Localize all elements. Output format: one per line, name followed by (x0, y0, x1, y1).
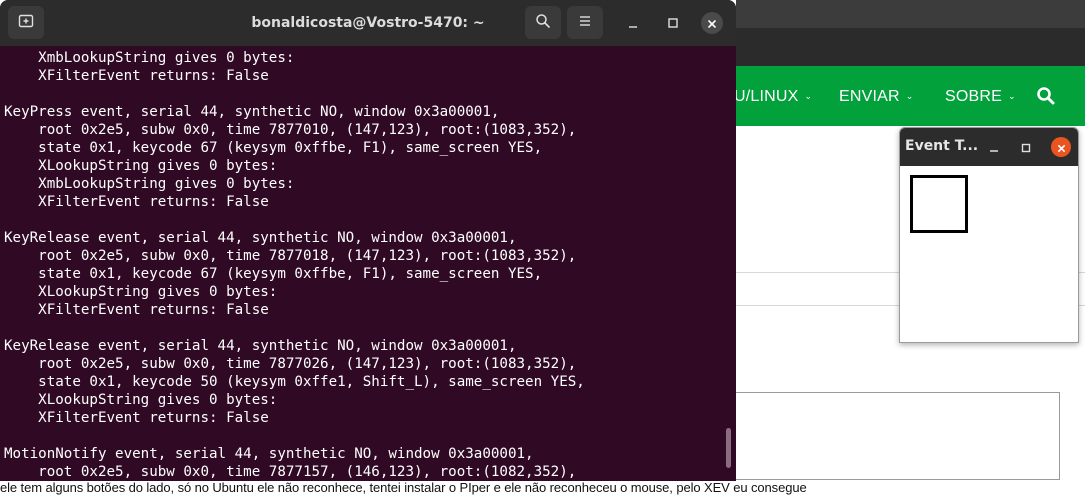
maximize-button[interactable] (662, 12, 684, 34)
nav-item-linux[interactable]: U/LINUX ⌄ (734, 88, 812, 106)
terminal-line: KeyRelease event, serial 44, synthetic N… (4, 230, 517, 246)
terminal-line: XFilterEvent returns: False (4, 302, 269, 318)
maximize-icon (667, 14, 679, 33)
hamburger-menu-icon (577, 13, 593, 33)
close-icon (1057, 138, 1066, 157)
event-tester-canvas[interactable] (900, 166, 1078, 342)
new-tab-icon (18, 13, 34, 33)
window-title: Event T... (905, 138, 979, 154)
terminal-menu-button[interactable] (567, 6, 603, 39)
terminal-line: state 0x1, keycode 50 (keysym 0xffe1, Sh… (4, 374, 585, 390)
terminal-line: MotionNotify event, serial 44, synthetic… (4, 446, 534, 462)
terminal-line: root 0x2e5, subw 0x0, time 7877157, (146… (4, 464, 577, 480)
terminal-line: state 0x1, keycode 67 (keysym 0xffbe, F1… (4, 266, 543, 282)
chevron-down-icon: ⌄ (905, 91, 914, 101)
terminal-search-button[interactable] (525, 6, 561, 39)
terminal-line: root 0x2e5, subw 0x0, time 7877018, (147… (4, 248, 577, 264)
nav-item-label: SOBRE (945, 88, 1003, 105)
post-text: ele tem alguns botões do lado, só no Ubu… (0, 481, 1085, 495)
terminal-line: XLookupString gives 0 bytes: (4, 284, 278, 300)
maximize-icon (1021, 138, 1031, 157)
terminal-line: KeyPress event, serial 44, synthetic NO,… (4, 104, 500, 120)
search-icon[interactable] (1036, 86, 1056, 106)
close-button[interactable] (1051, 137, 1071, 157)
close-button[interactable] (701, 12, 723, 34)
comment-box[interactable] (736, 392, 1060, 480)
terminal-line: state 0x1, keycode 67 (keysym 0xffbe, F1… (4, 140, 543, 156)
terminal-line: XFilterEvent returns: False (4, 410, 269, 426)
nav-item-label: U/LINUX (734, 88, 799, 105)
terminal-scrollbar[interactable] (726, 428, 731, 468)
browser-tab-bar (736, 0, 1085, 28)
minimize-icon (627, 14, 639, 33)
terminal-line: root 0x2e5, subw 0x0, time 7877026, (147… (4, 356, 577, 372)
minimize-button[interactable] (622, 12, 644, 34)
maximize-button[interactable] (1016, 137, 1036, 157)
nav-item-label: ENVIAR (839, 88, 900, 105)
terminal-output[interactable]: XmbLookupString gives 0 bytes: XFilterEv… (4, 49, 724, 481)
nav-item-enviar[interactable]: ENVIAR ⌄ (839, 88, 914, 106)
new-tab-button[interactable] (8, 6, 44, 39)
event-tester-square[interactable] (910, 175, 968, 233)
chevron-down-icon: ⌄ (1008, 91, 1016, 101)
terminal-line: XLookupString gives 0 bytes: (4, 392, 278, 408)
nav-item-sobre[interactable]: SOBRE ⌄ (945, 88, 1016, 106)
terminal-window[interactable]: bonaldicosta@Vostro-5470: ~ XmbLookupStr… (0, 0, 736, 481)
browser-toolbar (736, 28, 1085, 66)
terminal-line: XFilterEvent returns: False (4, 68, 269, 84)
close-icon (707, 14, 717, 33)
event-tester-window[interactable]: Event T... (899, 127, 1079, 343)
terminal-line: KeyRelease event, serial 44, synthetic N… (4, 338, 517, 354)
terminal-line: root 0x2e5, subw 0x0, time 7877010, (147… (4, 122, 577, 138)
terminal-line: XFilterEvent returns: False (4, 194, 269, 210)
search-icon (535, 13, 551, 33)
event-tester-header: Event T... (900, 128, 1078, 166)
minimize-icon (989, 138, 999, 157)
chevron-down-icon: ⌄ (804, 91, 813, 101)
terminal-header: bonaldicosta@Vostro-5470: ~ (0, 0, 736, 46)
terminal-line: XmbLookupString gives 0 bytes: (4, 176, 295, 192)
minimize-button[interactable] (984, 137, 1004, 157)
terminal-line: XLookupString gives 0 bytes: (4, 158, 278, 174)
terminal-line: XmbLookupString gives 0 bytes: (4, 50, 295, 66)
